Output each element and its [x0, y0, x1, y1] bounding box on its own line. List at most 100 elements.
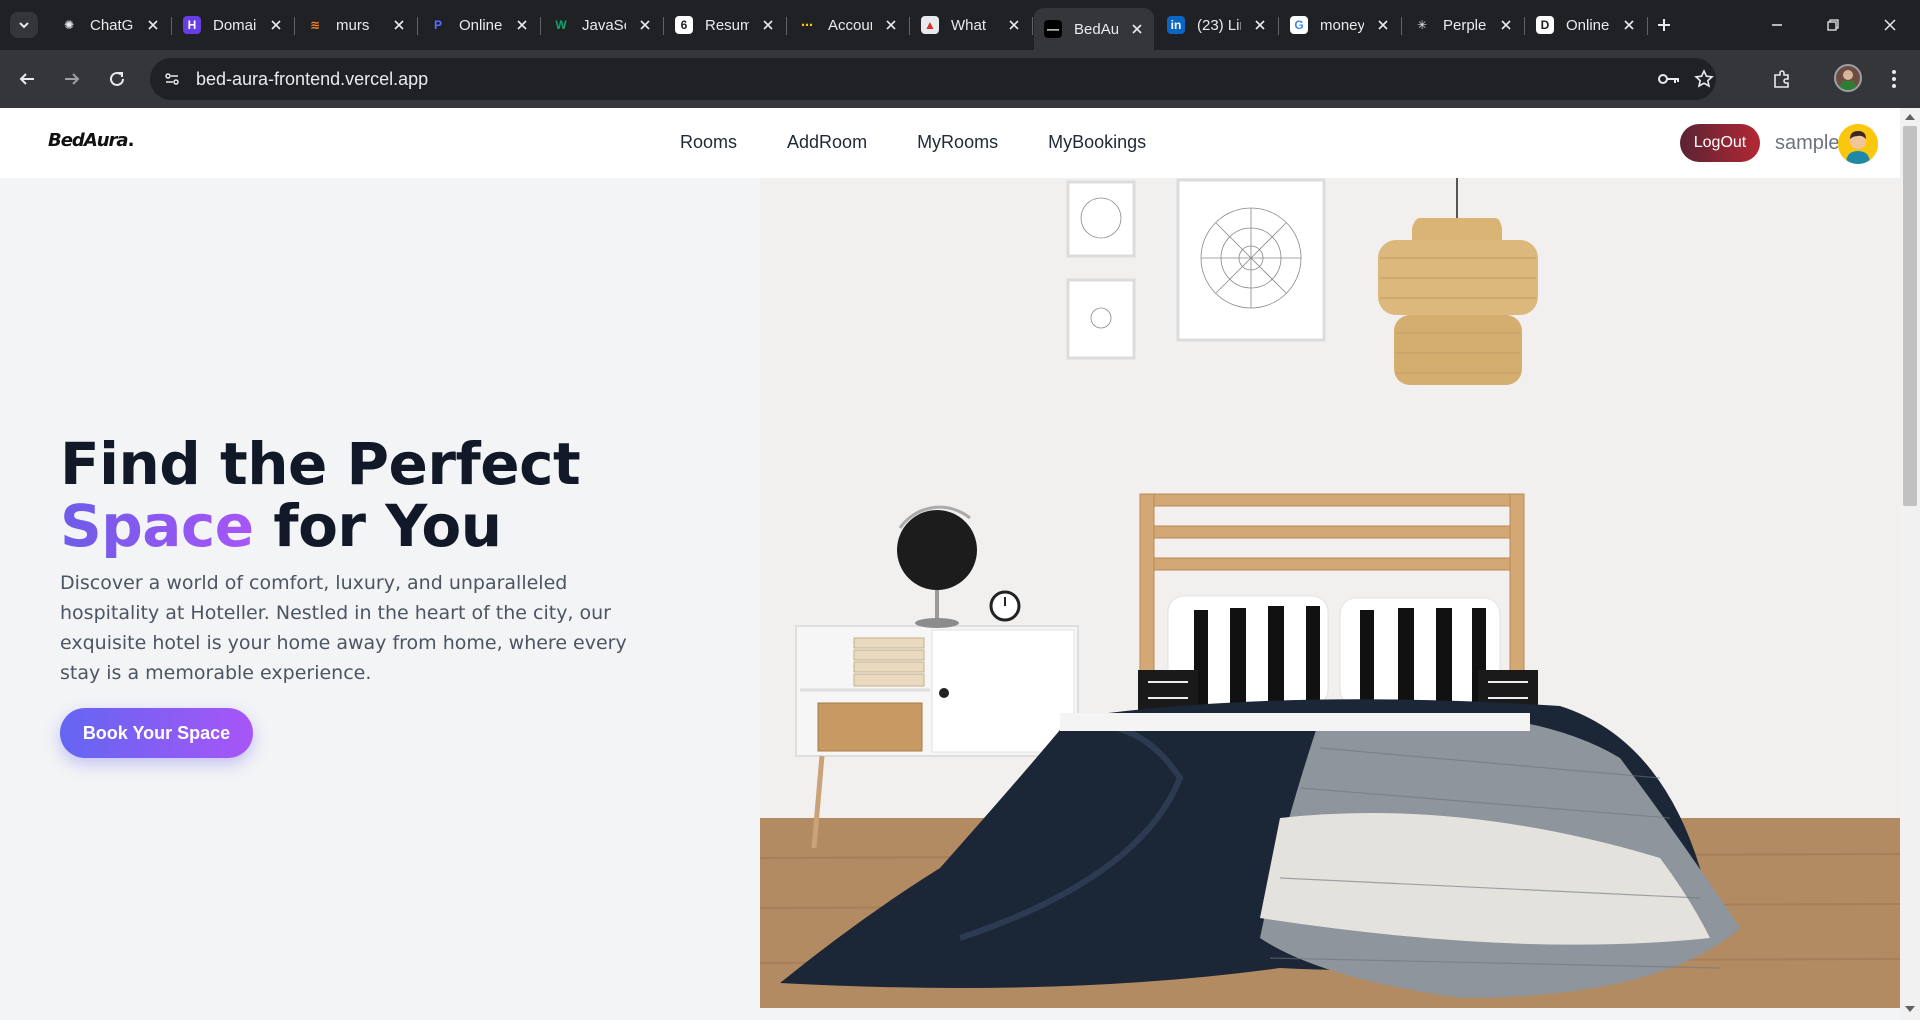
tab-title: Resume [705, 16, 750, 34]
tab-title: Domains [213, 16, 257, 34]
browser-tab-8[interactable]: ▲ What [911, 8, 1033, 42]
close-tab-icon[interactable] [638, 16, 652, 34]
browser-tab-7[interactable]: ⋯ Accounts [788, 8, 910, 42]
page-scrollbar[interactable] [1900, 108, 1920, 1020]
hero-description: Discover a world of comfort, luxury, and… [60, 572, 627, 684]
hero-title-accent: Space [60, 492, 254, 560]
browser-tab-4[interactable]: P Online [419, 8, 541, 42]
stack-icon: ≋ [306, 16, 324, 34]
browser-tab-2[interactable]: H Domains [173, 8, 295, 42]
forward-button[interactable] [58, 65, 86, 93]
address-bar[interactable]: bed-aura-frontend.vercel.app [150, 58, 1716, 100]
profile-avatar[interactable] [1834, 64, 1862, 92]
site-logo[interactable]: BedAura. [48, 130, 135, 151]
browser-tab-5[interactable]: W JavaScript [542, 8, 664, 42]
arrow-left-icon [19, 73, 34, 85]
app-icon: P [429, 16, 447, 34]
nav-link-myrooms[interactable]: MyRooms [917, 132, 998, 153]
password-key-icon[interactable] [1658, 68, 1680, 90]
w3schools-icon: W [552, 16, 570, 34]
close-tab-icon[interactable] [1007, 16, 1021, 34]
restore-button[interactable] [1820, 12, 1846, 38]
browser-tab-10[interactable]: in (23) LinkedIn [1157, 8, 1279, 42]
book-your-space-button[interactable]: Book Your Space [60, 708, 253, 758]
back-button[interactable] [13, 65, 41, 93]
google-icon: G [1290, 16, 1308, 34]
close-tab-icon[interactable] [761, 16, 775, 34]
browser-tab-13[interactable]: D Online [1526, 8, 1648, 42]
tab-title: Accounts [828, 16, 872, 34]
logo-text: BedAura [48, 130, 129, 151]
tab-title: murs [336, 16, 370, 34]
hero-title: Find the Perfect Space for You [60, 430, 581, 560]
tab-title: What [951, 16, 987, 34]
browser-tab-9[interactable]: — BedAura [1034, 8, 1154, 50]
arrow-right-icon [65, 73, 80, 85]
browser-tab-1[interactable]: ✺ ChatGPT [50, 8, 172, 42]
linkedin-icon: in [1167, 16, 1185, 34]
reload-icon [110, 71, 124, 86]
close-tab-icon[interactable] [1253, 16, 1267, 34]
close-tab-icon[interactable] [515, 16, 529, 34]
tab-title: ChatGPT [90, 16, 134, 34]
close-tab-icon[interactable] [1376, 16, 1390, 34]
chrome-menu-button[interactable] [1880, 65, 1908, 93]
nav-link-mybookings[interactable]: MyBookings [1048, 132, 1146, 153]
close-tab-icon[interactable] [884, 16, 898, 34]
reload-button[interactable] [103, 65, 131, 93]
browser-tab-11[interactable]: Gmoney [1280, 8, 1402, 42]
url-text[interactable]: bed-aura-frontend.vercel.app [196, 69, 428, 90]
new-tab-button[interactable] [1652, 13, 1676, 37]
minimize-button[interactable] [1764, 12, 1790, 38]
browser-tab-6[interactable]: 6 Resume [665, 8, 787, 42]
close-tab-icon[interactable] [269, 16, 283, 34]
browser-tab-12[interactable]: ✳ Perplexity [1403, 8, 1525, 42]
hero-title-line1: Find the Perfect [60, 430, 581, 498]
tab-search-button[interactable] [10, 12, 38, 38]
site-navbar: BedAura. Rooms AddRoom MyRooms MyBooking… [0, 108, 1900, 178]
user-avatar-icon [1838, 124, 1878, 164]
logo-dot: . [127, 130, 135, 151]
hero-bedroom-image [760, 178, 1900, 1008]
tab-title: JavaScript [582, 16, 626, 34]
user-avatar[interactable] [1838, 124, 1878, 164]
close-icon [1884, 19, 1896, 31]
extensions-button[interactable] [1768, 65, 1796, 93]
bedroom-illustration [760, 178, 1900, 1008]
tab-title: money [1320, 16, 1365, 34]
scroll-up-arrow-icon[interactable] [1905, 114, 1915, 120]
perplexity-icon: ✳ [1413, 16, 1431, 34]
kebab-menu-icon [1892, 70, 1896, 88]
main-nav: Rooms AddRoom MyRooms MyBookings [680, 132, 1146, 153]
plus-icon [1658, 19, 1670, 31]
tab-title: Perplexity [1443, 16, 1487, 34]
logout-button[interactable]: LogOut [1680, 124, 1760, 162]
close-tab-icon[interactable] [1499, 16, 1513, 34]
d-icon: D [1536, 16, 1554, 34]
close-tab-icon[interactable] [1130, 20, 1144, 38]
browser-tab-3[interactable]: ≋ murs [296, 8, 418, 42]
browser-toolbar: bed-aura-frontend.vercel.app [0, 50, 1920, 108]
close-tab-icon[interactable] [146, 16, 160, 34]
puzzle-icon [1774, 70, 1789, 88]
chevron-down-icon [19, 22, 29, 29]
accounts-icon: ⋯ [798, 16, 816, 34]
minimize-icon [1772, 24, 1782, 26]
resume-icon: 6 [675, 16, 693, 34]
tab-title: Online [459, 16, 503, 34]
scrollbar-thumb[interactable] [1903, 126, 1917, 506]
bookmark-star-icon[interactable] [1693, 68, 1715, 90]
openai-icon: ✺ [60, 16, 78, 34]
scroll-down-arrow-icon[interactable] [1905, 1006, 1915, 1012]
close-window-button[interactable] [1877, 12, 1903, 38]
site-info-icon[interactable] [160, 67, 184, 91]
nav-link-addroom[interactable]: AddRoom [787, 132, 867, 153]
nav-link-rooms[interactable]: Rooms [680, 132, 737, 153]
image-icon: ▲ [921, 16, 939, 34]
close-tab-icon[interactable] [392, 16, 406, 34]
bedaura-icon: — [1044, 20, 1062, 38]
tab-strip: ✺ ChatGPT H Domains ≋ murs P Online W JavaScript 6… [0, 0, 1920, 50]
close-tab-icon[interactable] [1622, 16, 1636, 34]
restore-icon [1827, 19, 1839, 31]
hero-title-rest: for You [253, 492, 502, 560]
